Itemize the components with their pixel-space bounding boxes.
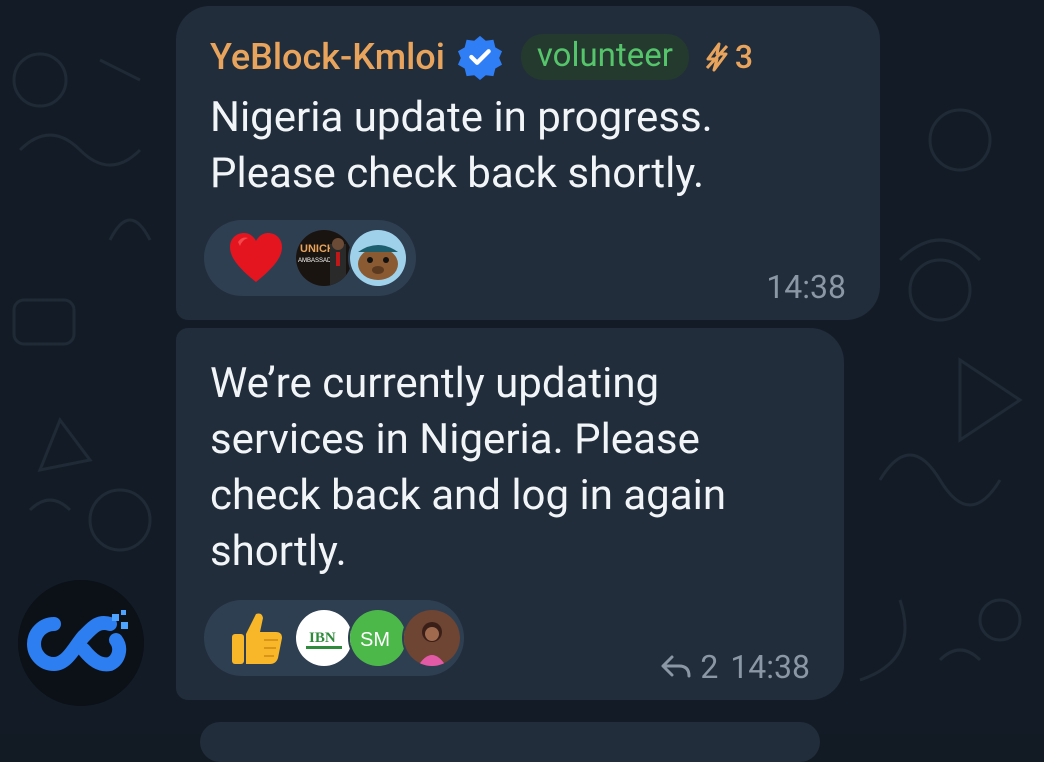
verified-icon	[457, 35, 502, 80]
svg-text:SM: SM	[360, 629, 390, 651]
svg-text:IBN: IBN	[309, 630, 336, 646]
message-bubble[interactable]: YeBlock-Kmloi volunteer 3 Nigeria update…	[176, 6, 880, 320]
role-badge: volunteer	[520, 34, 689, 80]
reaction-pill[interactable]: UNICH AMBASSADOR	[204, 220, 416, 296]
message-bubble[interactable]: We’re currently updating services in Nig…	[176, 328, 844, 700]
message-text: We’re currently updating services in Nig…	[210, 359, 727, 576]
reactor-avatar[interactable]: SM	[348, 608, 408, 668]
next-message-bubble[interactable]	[200, 722, 820, 762]
thumbs-up-icon	[232, 613, 282, 664]
message-meta: 14:38	[766, 268, 846, 306]
message-time: 14:38	[730, 648, 810, 686]
reaction-pill[interactable]: IBN SM	[204, 600, 464, 676]
reply-count[interactable]: 2	[660, 648, 718, 686]
reply-count-value: 2	[700, 648, 719, 686]
boost-indicator: 3	[703, 38, 753, 76]
message-header: YeBlock-Kmloi volunteer 3	[210, 32, 753, 82]
reactor-avatar[interactable]: UNICH AMBASSADOR	[294, 228, 354, 288]
heart-icon	[230, 233, 282, 282]
boost-count: 3	[734, 38, 754, 76]
lightning-icon	[705, 42, 728, 72]
message-meta: 2 14:38	[660, 648, 810, 686]
reactor-avatar[interactable]	[348, 228, 408, 288]
reactor-avatar[interactable]	[402, 608, 462, 668]
reactor-avatar[interactable]: IBN	[294, 608, 354, 668]
reply-icon	[661, 655, 691, 678]
message-time: 14:38	[766, 268, 846, 306]
sender-name[interactable]: YeBlock-Kmloi	[210, 36, 445, 78]
sender-avatar[interactable]	[18, 580, 144, 706]
infinity-logo-icon	[18, 580, 144, 706]
avatar-text: UNICH	[300, 243, 335, 255]
message-text: Nigeria update in progress. Please check…	[210, 93, 713, 198]
